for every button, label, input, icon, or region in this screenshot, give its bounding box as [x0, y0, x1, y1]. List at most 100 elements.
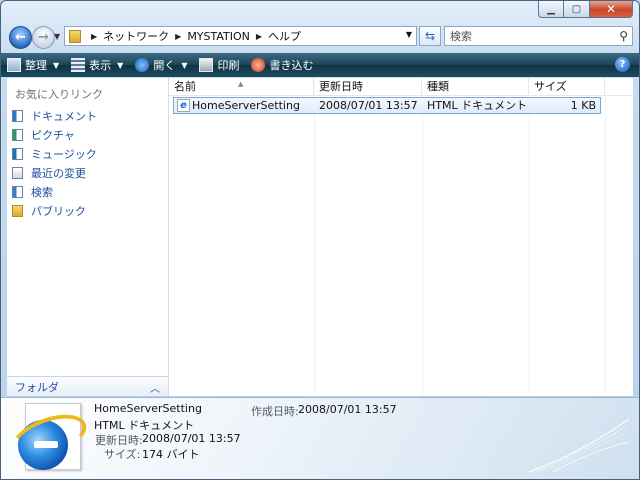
close-button[interactable]: ✕	[590, 1, 633, 18]
refresh-button[interactable]: ⇆	[419, 26, 441, 46]
breadcrumb-network[interactable]: ネットワーク	[103, 28, 169, 44]
file-type: HTML ドキュメント	[427, 99, 528, 112]
column-name[interactable]: 名前 ▲	[169, 78, 314, 95]
view-icon	[71, 58, 86, 72]
view-button[interactable]: 表示 ▼	[65, 53, 129, 77]
favorite-links-header: お気に入りリンク	[15, 88, 103, 101]
column-size-label: サイズ	[534, 80, 567, 93]
detail-created-label: 作成日時:	[251, 405, 299, 418]
organize-button[interactable]: 整理 ▼	[1, 53, 65, 77]
pictures-icon	[12, 128, 23, 141]
command-toolbar: 整理 ▼ 表示 ▼ 開く ▼ 印刷 書き込む ?	[1, 53, 639, 77]
column-type-label: 種類	[427, 80, 449, 93]
ie-icon	[135, 58, 150, 72]
folders-toggle[interactable]: フォルダ ︿	[7, 376, 168, 396]
help-icon[interactable]: ?	[615, 57, 630, 72]
open-button[interactable]: 開く ▼	[129, 53, 193, 77]
sidebar-item-label: ドキュメント	[31, 109, 97, 123]
column-divider	[605, 95, 606, 396]
explorer-window: ▁ ▢ ✕ ← → ▼ ▶ ネットワーク ▶ MYSTATION ▶ ヘルプ ▼…	[0, 0, 640, 480]
back-button[interactable]: ←	[9, 26, 32, 49]
print-label: 印刷	[217, 59, 240, 72]
burn-button[interactable]: 書き込む	[245, 53, 319, 77]
search-placeholder: 検索	[450, 30, 472, 43]
favorite-links-list: ドキュメント ピクチャ ミュージック 最近の変更 検索 パブリック	[12, 106, 97, 220]
detail-size-value: 174 バイト	[142, 448, 200, 461]
sidebar-item-label: パブリック	[31, 204, 86, 218]
folders-label: フォルダ	[15, 380, 59, 394]
back-arrow-icon: ←	[15, 30, 26, 45]
detail-modified-value: 2008/07/01 13:57	[142, 432, 241, 445]
breadcrumb-mystation[interactable]: MYSTATION	[187, 30, 250, 43]
file-modified: 2008/07/01 13:57	[319, 99, 418, 112]
breadcrumb-separator-icon[interactable]: ▶	[91, 32, 97, 41]
chevron-up-icon: ︿	[150, 384, 160, 395]
sidebar-item-label: 検索	[31, 185, 53, 199]
column-name-label: 名前	[174, 80, 196, 93]
breadcrumb: ▶ ネットワーク ▶ MYSTATION ▶ ヘルプ	[85, 28, 301, 44]
sidebar-item-recent[interactable]: 最近の変更	[12, 163, 97, 182]
breadcrumb-separator-icon[interactable]: ▶	[256, 32, 262, 41]
searches-icon	[12, 185, 23, 198]
forward-arrow-icon: →	[38, 30, 49, 45]
sidebar-item-label: ミュージック	[31, 147, 97, 161]
chevron-down-icon: ▼	[117, 60, 124, 70]
file-size: 1 KB	[570, 99, 596, 112]
chevron-down-icon: ▼	[53, 60, 60, 70]
organize-label: 整理	[25, 59, 47, 72]
column-modified[interactable]: 更新日時	[314, 78, 422, 95]
breadcrumb-separator-icon[interactable]: ▶	[175, 32, 181, 41]
folder-icon	[69, 29, 81, 43]
sidebar-item-pictures[interactable]: ピクチャ	[12, 125, 97, 144]
file-name: HomeServerSetting	[192, 99, 300, 112]
burn-disc-icon	[251, 58, 266, 72]
documents-icon	[12, 109, 23, 122]
sort-ascending-icon: ▲	[238, 80, 244, 88]
file-list: 名前 ▲ 更新日時 種類 サイズ e HomeServerSetting 200…	[169, 78, 633, 396]
maximize-button[interactable]: ▢	[564, 1, 590, 18]
search-icon[interactable]: ⚲	[619, 29, 628, 43]
column-size[interactable]: サイズ	[529, 78, 605, 95]
detail-created-value: 2008/07/01 13:57	[298, 403, 397, 416]
music-icon	[12, 147, 23, 160]
column-divider	[314, 95, 315, 396]
sidebar-item-searches[interactable]: 検索	[12, 182, 97, 201]
sidebar-item-label: 最近の変更	[31, 166, 86, 180]
column-divider	[422, 95, 423, 396]
burn-label: 書き込む	[269, 59, 314, 72]
view-label: 表示	[89, 59, 112, 72]
detail-size-label: サイズ:	[104, 448, 141, 461]
address-bar[interactable]: ▶ ネットワーク ▶ MYSTATION ▶ ヘルプ ▼	[64, 26, 417, 46]
sidebar-item-public[interactable]: パブリック	[12, 201, 97, 220]
refresh-icon: ⇆	[424, 29, 436, 43]
history-dropdown-icon[interactable]: ▼	[54, 32, 60, 41]
organize-icon	[7, 58, 21, 72]
minimize-button[interactable]: ▁	[538, 1, 564, 18]
recent-changes-icon	[12, 166, 23, 179]
column-headers: 名前 ▲ 更新日時 種類 サイズ	[169, 78, 633, 96]
ie-document-large-icon	[5, 403, 93, 470]
decorative-swoosh	[529, 418, 629, 473]
detail-file-name: HomeServerSetting	[94, 402, 202, 415]
sidebar-item-music[interactable]: ミュージック	[12, 144, 97, 163]
detail-file-type: HTML ドキュメント	[94, 419, 195, 432]
column-modified-label: 更新日時	[319, 80, 363, 93]
details-pane: HomeServerSetting HTML ドキュメント 更新日時: 2008…	[1, 397, 639, 479]
sidebar-item-label: ピクチャ	[31, 128, 75, 142]
search-input[interactable]: 検索 ⚲	[444, 26, 633, 46]
chevron-down-icon: ▼	[181, 60, 188, 70]
caption-buttons: ▁ ▢ ✕	[538, 1, 633, 18]
breadcrumb-help[interactable]: ヘルプ	[268, 28, 301, 44]
navigation-pane: お気に入りリンク ドキュメント ピクチャ ミュージック 最近の変更 検索 パブリ…	[7, 78, 169, 396]
forward-button[interactable]: →	[32, 26, 55, 49]
printer-icon	[199, 58, 214, 72]
address-dropdown-icon[interactable]: ▼	[406, 30, 412, 39]
table-row[interactable]: e HomeServerSetting 2008/07/01 13:57 HTM…	[173, 97, 601, 114]
print-button[interactable]: 印刷	[193, 53, 245, 77]
sidebar-item-documents[interactable]: ドキュメント	[12, 106, 97, 125]
column-divider	[529, 95, 530, 396]
public-folder-icon	[12, 204, 23, 217]
html-document-icon: e	[177, 99, 190, 112]
column-type[interactable]: 種類	[422, 78, 529, 95]
open-label: 開く	[153, 59, 176, 72]
